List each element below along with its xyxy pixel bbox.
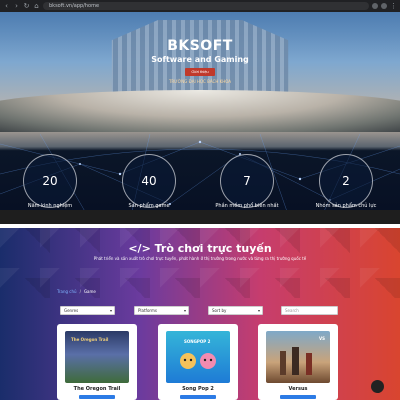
breadcrumb-current: Game [83, 289, 96, 294]
play-button[interactable] [280, 395, 316, 399]
stat-value: 20 [42, 174, 58, 188]
chevron-down-icon: ▾ [109, 308, 112, 313]
games-title: </> Trò chơi trực tuyến [128, 242, 272, 255]
search-input[interactable]: Search [281, 306, 338, 315]
stat-value: 7 [243, 174, 251, 188]
game-card[interactable]: The Oregon Trail The Oregon Trail [57, 324, 137, 400]
games-description: Phát triển và sản xuất trò chơi trực tuy… [93, 256, 307, 261]
stat-circle-software: 7 [220, 154, 274, 208]
chevron-down-icon: ▾ [257, 308, 260, 313]
play-button[interactable] [180, 395, 216, 399]
extension-icon[interactable] [372, 3, 378, 9]
address-bar[interactable]: bksoft.vn/app/home [43, 2, 369, 10]
game-card[interactable]: VS Versus [258, 324, 338, 400]
stat-label: Năm kinh nghiệm [27, 203, 73, 209]
game-card[interactable]: SONGPOP 2 Song Pop 2 [158, 324, 238, 400]
home-icon[interactable]: ⌂ [33, 0, 40, 12]
game-title: The Oregon Trail [73, 386, 121, 392]
menu-icon[interactable]: ⋮ [390, 0, 397, 12]
platforms-select[interactable]: Platforms ▾ [134, 306, 189, 315]
game-cover-image: SONGPOP 2 [166, 331, 230, 383]
stat-label: Phần mềm phổ biến nhất [215, 203, 279, 209]
game-cover-image: VS [266, 331, 330, 383]
play-button[interactable] [79, 395, 115, 399]
stat-circle-games: 40 [122, 154, 176, 208]
breadcrumb: Trang chủ / Game [57, 289, 96, 294]
stat-circle-products: 2 [319, 154, 373, 208]
stat-label: Nhóm sản phẩm chủ lực [315, 203, 377, 209]
scroll-top-button[interactable] [371, 380, 384, 393]
stat-circle-experience: 20 [23, 154, 77, 208]
games-section: </> Trò chơi trực tuyến Phát triển và sả… [0, 228, 400, 400]
back-icon[interactable]: ‹ [3, 0, 10, 12]
game-cover-image: The Oregon Trail [65, 331, 129, 383]
stat-value: 40 [141, 174, 157, 188]
panorama-ground-image [0, 90, 400, 132]
game-title: Versus [288, 386, 308, 392]
browser-toolbar: ‹ › ↻ ⌂ bksoft.vn/app/home ⋮ [0, 0, 400, 12]
forward-icon[interactable]: › [13, 0, 20, 12]
profile-icon[interactable] [381, 3, 387, 9]
reload-icon[interactable]: ↻ [23, 0, 30, 12]
sort-select[interactable]: Sort by ▾ [208, 306, 263, 315]
chevron-down-icon: ▾ [183, 308, 186, 313]
breadcrumb-home-link[interactable]: Trang chủ [57, 289, 77, 294]
intro-button[interactable]: Giới thiệu [185, 68, 215, 76]
genres-select[interactable]: Genres ▾ [60, 306, 115, 315]
hero-subtitle: Software and Gaming [151, 55, 249, 64]
home-section: BKSOFT Software and Gaming Giới thiệu TR… [0, 12, 400, 210]
hero-title: BKSOFT [167, 38, 233, 54]
stat-value: 2 [342, 174, 350, 188]
stat-label: Sản phẩm game [128, 203, 170, 209]
game-title: Song Pop 2 [182, 386, 214, 392]
hero-caption: TRƯỜNG ĐẠI HỌC BÁCH KHOA [168, 79, 232, 84]
